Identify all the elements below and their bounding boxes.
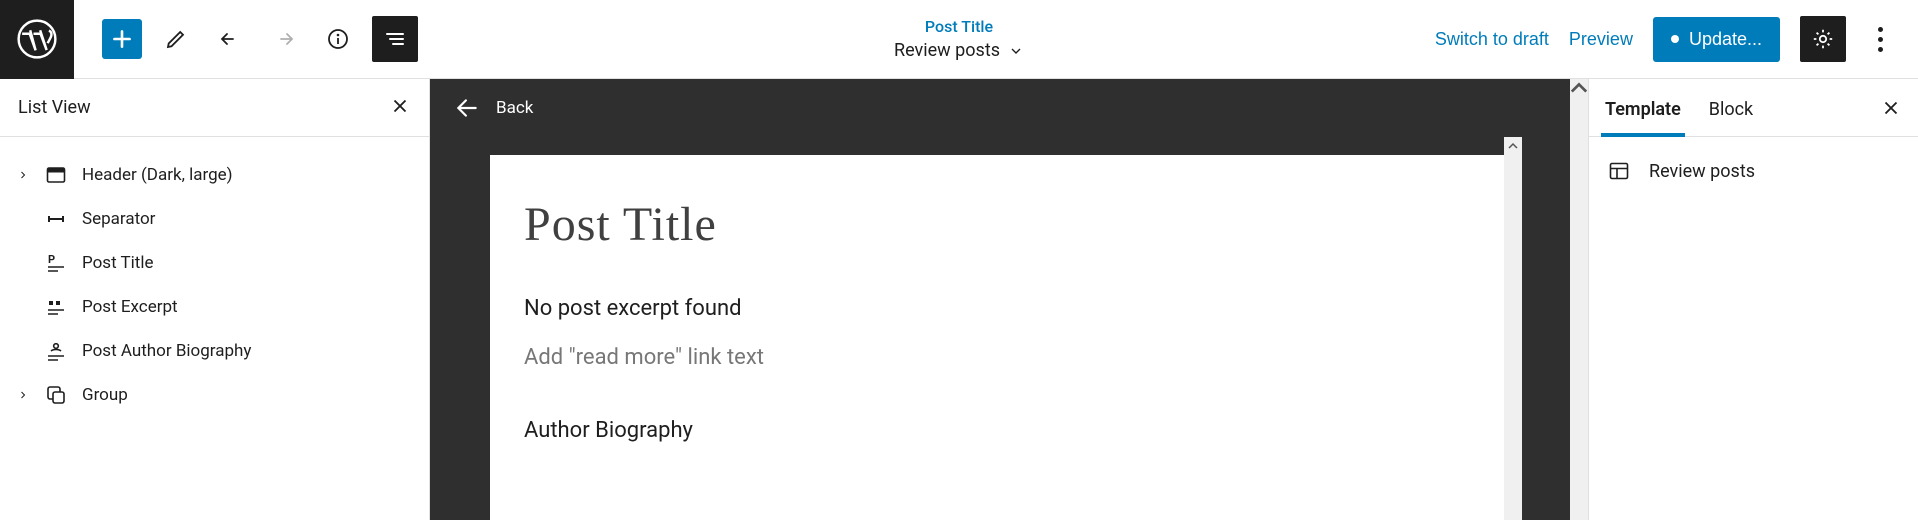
chevron-right-icon: [17, 169, 29, 181]
tree-item-label: Post Title: [82, 253, 154, 273]
group-icon: [44, 383, 68, 407]
gear-icon: [1811, 27, 1835, 51]
list-view-button[interactable]: [372, 16, 418, 62]
list-view-panel: List View Header (Dark, large) Separator…: [0, 79, 430, 520]
page-preview[interactable]: Post Title No post excerpt found Add "re…: [490, 155, 1508, 520]
document-center-info: Post Title Review posts: [894, 17, 1024, 61]
expand-toggle[interactable]: [16, 169, 30, 181]
redo-icon: [272, 27, 296, 51]
info-icon: [326, 27, 350, 51]
template-selector-label: Review posts: [894, 40, 1000, 61]
update-button[interactable]: Update...: [1653, 17, 1780, 62]
author-bio-icon: [44, 339, 68, 363]
tree-item-label: Group: [82, 385, 128, 405]
header-icon: [44, 163, 68, 187]
inner-scrollbar[interactable]: [1504, 137, 1522, 520]
list-view-icon: [383, 27, 407, 51]
left-toolbar: [102, 16, 418, 62]
post-title-link[interactable]: Post Title: [894, 17, 1024, 36]
update-button-label: Update...: [1689, 29, 1762, 50]
tree-item-post-title[interactable]: P Post Title: [0, 241, 429, 285]
list-view-header: List View: [0, 79, 429, 137]
undo-button[interactable]: [210, 19, 250, 59]
details-button[interactable]: [318, 19, 358, 59]
chevron-right-icon: [17, 389, 29, 401]
right-toolbar: Switch to draft Preview Update...: [1435, 16, 1918, 62]
canvas-stage: Post Title No post excerpt found Add "re…: [490, 137, 1508, 520]
template-name-label: Review posts: [1649, 161, 1755, 182]
edit-mode-button[interactable]: [156, 19, 196, 59]
close-icon: [389, 95, 411, 117]
tree-item-post-excerpt[interactable]: Post Excerpt: [0, 285, 429, 329]
settings-sidebar: Template Block Review posts: [1588, 79, 1918, 520]
list-view-title: List View: [18, 97, 91, 118]
expand-toggle[interactable]: [16, 389, 30, 401]
tree-item-author-bio[interactable]: Post Author Biography: [0, 329, 429, 373]
wordpress-icon: [16, 18, 58, 60]
list-view-close-button[interactable]: [389, 95, 411, 121]
tree-item-header[interactable]: Header (Dark, large): [0, 153, 429, 197]
post-title-icon: P: [44, 251, 68, 275]
editor-top-bar: Post Title Review posts Switch to draft …: [0, 0, 1918, 79]
undo-icon: [218, 27, 242, 51]
template-selector[interactable]: Review posts: [894, 40, 1024, 61]
tree-item-separator[interactable]: Separator: [0, 197, 429, 241]
wordpress-logo-button[interactable]: [0, 0, 74, 79]
scroll-up-arrow[interactable]: [1570, 79, 1588, 97]
tree-item-label: Separator: [82, 209, 155, 229]
canvas-back-label: Back: [496, 98, 533, 118]
svg-text:P: P: [48, 253, 55, 266]
block-tree: Header (Dark, large) Separator P Post Ti…: [0, 137, 429, 433]
arrow-left-icon: [454, 95, 480, 121]
canvas-back-bar[interactable]: Back: [430, 79, 1588, 137]
tree-item-label: Post Author Biography: [82, 341, 251, 361]
chevron-down-icon: [1008, 43, 1024, 59]
settings-button[interactable]: [1800, 16, 1846, 62]
switch-to-draft-button[interactable]: Switch to draft: [1435, 29, 1549, 50]
sidebar-tabs: Template Block: [1589, 79, 1918, 137]
tab-block[interactable]: Block: [1709, 99, 1753, 136]
plus-icon: [109, 26, 135, 52]
post-excerpt-icon: [44, 295, 68, 319]
preview-button[interactable]: Preview: [1569, 29, 1633, 50]
outer-scrollbar[interactable]: [1570, 79, 1588, 520]
redo-button[interactable]: [264, 19, 304, 59]
tree-item-group[interactable]: Group: [0, 373, 429, 417]
read-more-placeholder[interactable]: Add "read more" link text: [524, 345, 1474, 370]
editor-canvas: Back Post Title No post excerpt found Ad…: [430, 79, 1588, 520]
post-title-heading[interactable]: Post Title: [524, 197, 1474, 252]
author-biography-text[interactable]: Author Biography: [524, 418, 1474, 443]
main-area: List View Header (Dark, large) Separator…: [0, 79, 1918, 520]
tree-item-label: Post Excerpt: [82, 297, 178, 317]
template-info-row[interactable]: Review posts: [1589, 137, 1918, 205]
options-menu-button[interactable]: [1866, 27, 1894, 52]
layout-icon: [1607, 159, 1631, 183]
add-block-button[interactable]: [102, 19, 142, 59]
pencil-icon: [164, 27, 188, 51]
tab-template[interactable]: Template: [1605, 99, 1681, 136]
sidebar-close-button[interactable]: [1880, 97, 1902, 123]
post-excerpt-text[interactable]: No post excerpt found: [524, 296, 1474, 321]
close-icon: [1880, 97, 1902, 119]
separator-icon: [44, 207, 68, 231]
scroll-up-arrow[interactable]: [1504, 137, 1522, 155]
tree-item-label: Header (Dark, large): [82, 165, 233, 185]
